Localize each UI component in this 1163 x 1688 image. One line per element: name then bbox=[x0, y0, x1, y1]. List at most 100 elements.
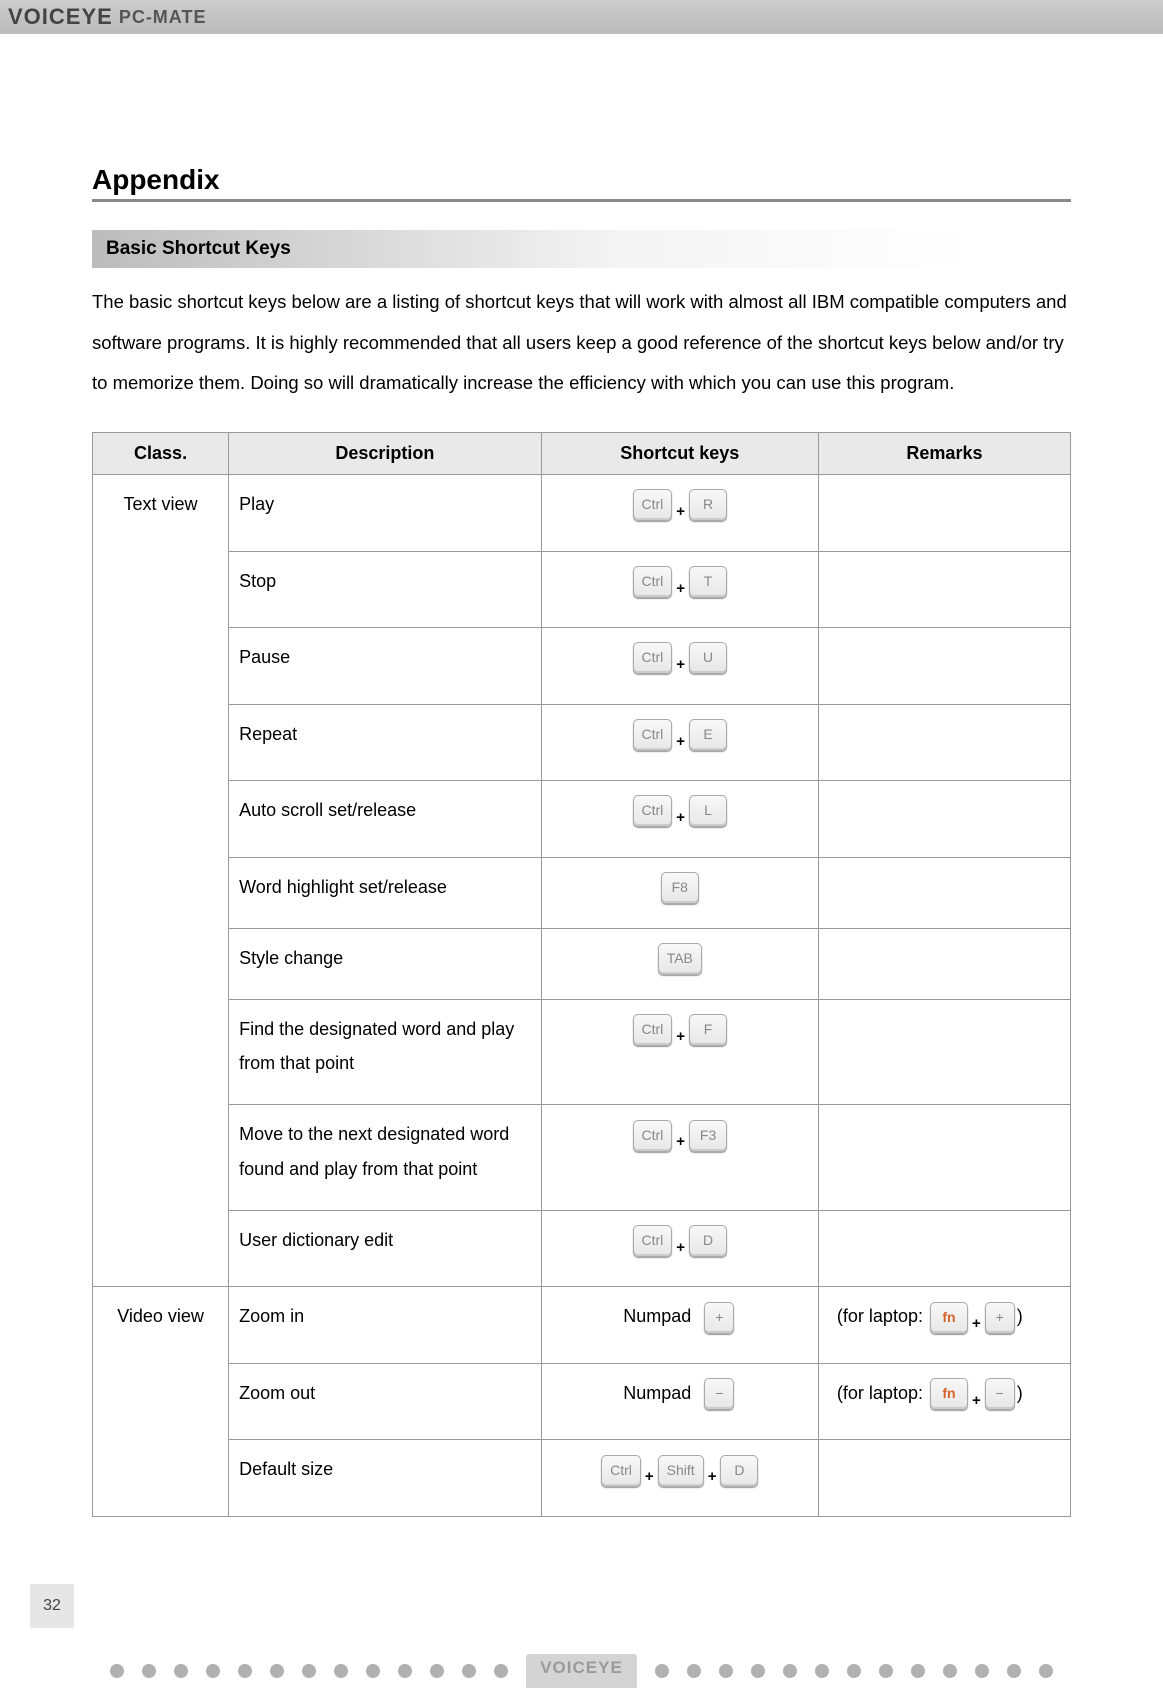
table-row: Style changeTAB bbox=[93, 928, 1071, 999]
shortcut-cell: Ctrl+R bbox=[541, 475, 818, 552]
remarks-cell: (for laptop: fn+) bbox=[818, 1363, 1070, 1440]
footer-dot bbox=[879, 1664, 893, 1678]
desc-cell: Find the designated word and play from t… bbox=[229, 1000, 542, 1105]
plus-separator: + bbox=[676, 809, 685, 826]
r-key: R bbox=[689, 489, 727, 521]
remarks-cell bbox=[818, 704, 1070, 781]
ctrl-key: Ctrl bbox=[633, 1225, 673, 1257]
remarks-cell: (for laptop: fn+) bbox=[818, 1287, 1070, 1364]
shortcut-cell: Ctrl+U bbox=[541, 628, 818, 705]
plus-separator: + bbox=[708, 1468, 717, 1485]
footer-dot bbox=[719, 1664, 733, 1678]
footer-dot bbox=[751, 1664, 765, 1678]
remarks-cell bbox=[818, 1440, 1070, 1517]
remarks-cell bbox=[818, 781, 1070, 858]
footer-dot bbox=[398, 1664, 412, 1678]
remarks-cell bbox=[818, 1210, 1070, 1287]
plus-separator: + bbox=[676, 580, 685, 597]
l-key: L bbox=[689, 795, 727, 827]
ctrl-key: Ctrl bbox=[633, 795, 673, 827]
th-shortcut: Shortcut keys bbox=[541, 433, 818, 475]
plus-separator: + bbox=[676, 1239, 685, 1256]
footer-dot bbox=[206, 1664, 220, 1678]
footer-dot bbox=[494, 1664, 508, 1678]
footer-dot bbox=[847, 1664, 861, 1678]
desc-cell: Zoom in bbox=[229, 1287, 542, 1364]
th-desc: Description bbox=[229, 433, 542, 475]
remarks-cell bbox=[818, 551, 1070, 628]
footer-dot bbox=[462, 1664, 476, 1678]
shortcut-cell: Ctrl+F bbox=[541, 1000, 818, 1105]
footer-dot bbox=[975, 1664, 989, 1678]
numpad-label: Numpad bbox=[623, 1383, 696, 1403]
footer-dot bbox=[430, 1664, 444, 1678]
minus-key-icon bbox=[985, 1378, 1015, 1410]
plus-separator: + bbox=[972, 1392, 981, 1409]
footer-dot bbox=[238, 1664, 252, 1678]
footer-dot bbox=[943, 1664, 957, 1678]
ctrl-key: Ctrl bbox=[633, 489, 673, 521]
desc-cell: Stop bbox=[229, 551, 542, 628]
header-bar: VOICEYE PC-MATE bbox=[0, 0, 1163, 34]
shortcut-cell: Ctrl+D bbox=[541, 1210, 818, 1287]
fn-key: fn bbox=[930, 1378, 968, 1410]
tab-key: TAB bbox=[658, 943, 702, 975]
footer-dots: VOICEYE bbox=[0, 1654, 1163, 1688]
table-header-row: Class. Description Shortcut keys Remarks bbox=[93, 433, 1071, 475]
remarks-cell bbox=[818, 857, 1070, 928]
class-cell-video: Video view bbox=[93, 1287, 229, 1517]
table-row: Video viewZoom inNumpad (for laptop: fn+… bbox=[93, 1287, 1071, 1364]
plus-separator: + bbox=[676, 733, 685, 750]
footer-dot bbox=[1039, 1664, 1053, 1678]
table-row: Word highlight set/release F8 bbox=[93, 857, 1071, 928]
desc-cell: Play bbox=[229, 475, 542, 552]
remarks-cell bbox=[818, 928, 1070, 999]
desc-cell: Repeat bbox=[229, 704, 542, 781]
plus-key-icon bbox=[985, 1302, 1015, 1334]
shortcut-cell: Ctrl+T bbox=[541, 551, 818, 628]
plus-separator: + bbox=[972, 1315, 981, 1332]
desc-cell: Move to the next designated word found a… bbox=[229, 1105, 542, 1210]
table-row: Zoom outNumpad (for laptop: fn+) bbox=[93, 1363, 1071, 1440]
ctrl-key: Ctrl bbox=[633, 1120, 673, 1152]
intro-paragraph: The basic shortcut keys below are a list… bbox=[92, 282, 1071, 404]
footer-dot bbox=[655, 1664, 669, 1678]
f8-key: F8 bbox=[661, 872, 699, 904]
plus-separator: + bbox=[676, 503, 685, 520]
shortcut-cell: TAB bbox=[541, 928, 818, 999]
shortcut-cell: Ctrl+Shift+D bbox=[541, 1440, 818, 1517]
shortcut-cell: Ctrl+L bbox=[541, 781, 818, 858]
footer-dot bbox=[783, 1664, 797, 1678]
th-remarks: Remarks bbox=[818, 433, 1070, 475]
ctrl-key: Ctrl bbox=[633, 642, 673, 674]
ctrl-key: Ctrl bbox=[601, 1455, 641, 1487]
plus-separator: + bbox=[676, 656, 685, 673]
table-row: PauseCtrl+U bbox=[93, 628, 1071, 705]
remarks-cell bbox=[818, 628, 1070, 705]
ctrl-key: Ctrl bbox=[633, 719, 673, 751]
table-row: Repeat Ctrl+E bbox=[93, 704, 1071, 781]
footer-dot bbox=[687, 1664, 701, 1678]
page-title: Appendix bbox=[92, 164, 1071, 202]
e-key: E bbox=[689, 719, 727, 751]
desc-cell: Default size bbox=[229, 1440, 542, 1517]
footer-dot bbox=[142, 1664, 156, 1678]
table-row: Default sizeCtrl+Shift+D bbox=[93, 1440, 1071, 1517]
desc-cell: Word highlight set/release bbox=[229, 857, 542, 928]
logo-main: VOICEYE bbox=[8, 4, 113, 30]
logo-sub: PC-MATE bbox=[119, 7, 207, 28]
remarks-cell bbox=[818, 1000, 1070, 1105]
table-row: Auto scroll set/releaseCtrl+L bbox=[93, 781, 1071, 858]
u-key: U bbox=[689, 642, 727, 674]
f3-key: F3 bbox=[689, 1120, 727, 1152]
footer-dot bbox=[110, 1664, 124, 1678]
footer-dot bbox=[911, 1664, 925, 1678]
footer-dot bbox=[334, 1664, 348, 1678]
footer-dot bbox=[174, 1664, 188, 1678]
plus-key-icon bbox=[704, 1302, 734, 1334]
t-key: T bbox=[689, 566, 727, 598]
shortcut-cell: Numpad bbox=[541, 1287, 818, 1364]
footer-dot bbox=[302, 1664, 316, 1678]
remarks-cell bbox=[818, 475, 1070, 552]
d-key: D bbox=[720, 1455, 758, 1487]
